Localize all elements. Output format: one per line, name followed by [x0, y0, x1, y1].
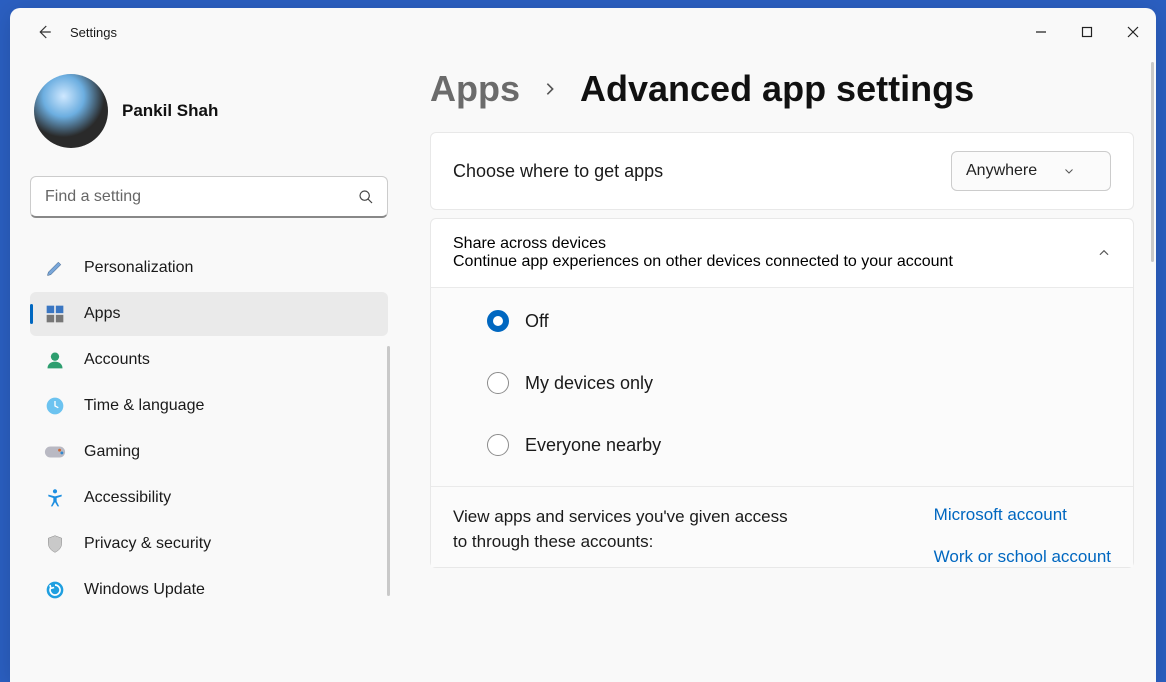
window-title: Settings: [70, 25, 117, 40]
sidebar-item-accounts[interactable]: Accounts: [30, 338, 388, 382]
search-input[interactable]: [30, 176, 388, 218]
sidebar-scrollbar[interactable]: [387, 346, 390, 596]
sidebar-item-label: Accessibility: [84, 489, 171, 507]
sidebar-item-apps[interactable]: Apps: [30, 292, 388, 336]
share-expander-header[interactable]: Share across devices Continue app experi…: [431, 219, 1133, 287]
share-across-devices-card: Share across devices Continue app experi…: [430, 218, 1134, 568]
sidebar-nav: Personalization Apps Accounts: [30, 246, 388, 612]
radio-label: Off: [525, 311, 549, 332]
search-icon: [358, 189, 374, 205]
radio-indicator: [487, 434, 509, 456]
update-icon: [44, 579, 66, 601]
radio-everyone-nearby[interactable]: Everyone nearby: [487, 434, 1133, 456]
sidebar: Pankil Shah Personalization: [10, 56, 402, 682]
share-subtitle: Continue app experiences on other device…: [453, 253, 953, 271]
close-button[interactable]: [1110, 16, 1156, 48]
breadcrumb-current: Advanced app settings: [580, 68, 974, 110]
search-container: [30, 176, 388, 218]
user-name: Pankil Shah: [122, 101, 218, 121]
accounts-row: View apps and services you've given acce…: [431, 487, 1133, 567]
sidebar-item-accessibility[interactable]: Accessibility: [30, 476, 388, 520]
share-title: Share across devices: [453, 235, 953, 253]
accessibility-icon: [44, 487, 66, 509]
chevron-right-icon: [542, 81, 558, 97]
sidebar-item-personalization[interactable]: Personalization: [30, 246, 388, 290]
link-work-school-account[interactable]: Work or school account: [934, 547, 1111, 567]
link-microsoft-account[interactable]: Microsoft account: [934, 505, 1111, 525]
clock-globe-icon: [44, 395, 66, 417]
share-radio-group: Off My devices only Everyone nearby: [431, 288, 1133, 486]
titlebar: Settings: [10, 8, 1156, 56]
sidebar-item-label: Apps: [84, 305, 120, 323]
gamepad-icon: [44, 441, 66, 463]
shield-icon: [44, 533, 66, 555]
sidebar-item-label: Gaming: [84, 443, 140, 461]
body: Pankil Shah Personalization: [10, 56, 1156, 682]
main-scrollbar[interactable]: [1151, 62, 1154, 262]
radio-label: My devices only: [525, 373, 653, 394]
main-content: Apps Advanced app settings Choose where …: [402, 56, 1156, 682]
sidebar-item-label: Accounts: [84, 351, 150, 369]
avatar: [34, 74, 108, 148]
apps-icon: [44, 303, 66, 325]
settings-window: Settings Pankil Shah: [10, 8, 1156, 682]
sidebar-item-gaming[interactable]: Gaming: [30, 430, 388, 474]
brush-icon: [44, 257, 66, 279]
where-dropdown[interactable]: Anywhere: [951, 151, 1111, 191]
sidebar-item-label: Personalization: [84, 259, 193, 277]
sidebar-item-label: Time & language: [84, 397, 204, 415]
chevron-up-icon: [1097, 246, 1111, 260]
minimize-button[interactable]: [1018, 16, 1064, 48]
where-value: Anywhere: [966, 162, 1037, 180]
sidebar-item-time-language[interactable]: Time & language: [30, 384, 388, 428]
accounts-text: View apps and services you've given acce…: [453, 505, 793, 567]
where-label: Choose where to get apps: [453, 161, 663, 182]
profile[interactable]: Pankil Shah: [30, 74, 388, 148]
breadcrumb-parent[interactable]: Apps: [430, 68, 520, 110]
chevron-down-icon: [1063, 165, 1075, 177]
where-to-get-apps-card: Choose where to get apps Anywhere: [430, 132, 1134, 210]
account-links: Microsoft account Work or school account: [934, 505, 1111, 567]
maximize-button[interactable]: [1064, 16, 1110, 48]
radio-my-devices-only[interactable]: My devices only: [487, 372, 1133, 394]
window-controls: [1018, 16, 1156, 48]
breadcrumb: Apps Advanced app settings: [430, 68, 1134, 110]
sidebar-item-label: Windows Update: [84, 581, 205, 599]
radio-indicator: [487, 310, 509, 332]
back-button[interactable]: [24, 12, 64, 52]
person-icon: [44, 349, 66, 371]
sidebar-item-privacy-security[interactable]: Privacy & security: [30, 522, 388, 566]
sidebar-item-label: Privacy & security: [84, 535, 211, 553]
radio-label: Everyone nearby: [525, 435, 661, 456]
radio-off[interactable]: Off: [487, 310, 1133, 332]
radio-indicator: [487, 372, 509, 394]
sidebar-item-windows-update[interactable]: Windows Update: [30, 568, 388, 612]
